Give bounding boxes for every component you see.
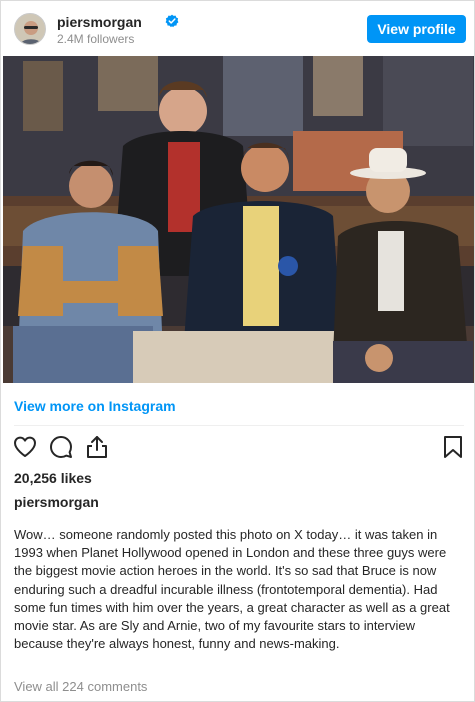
divider bbox=[14, 425, 464, 426]
avatar[interactable] bbox=[14, 13, 46, 45]
like-count[interactable]: 20,256 likes bbox=[14, 470, 92, 486]
username-link[interactable]: piersmorgan bbox=[57, 14, 142, 30]
action-bar bbox=[1, 431, 474, 463]
post-caption: Wow… someone randomly posted this photo … bbox=[14, 527, 450, 652]
heart-icon[interactable] bbox=[12, 434, 38, 460]
follower-count: 2.4M followers bbox=[57, 32, 135, 46]
share-icon[interactable] bbox=[84, 434, 110, 460]
verified-badge-icon bbox=[165, 14, 179, 28]
view-comments-link[interactable]: View all 224 comments bbox=[14, 679, 147, 694]
caption-username[interactable]: piersmorgan bbox=[14, 494, 99, 510]
comment-icon[interactable] bbox=[48, 434, 74, 460]
post-photo[interactable] bbox=[3, 56, 474, 383]
view-more-link[interactable]: View more on Instagram bbox=[14, 398, 176, 414]
view-profile-button[interactable]: View profile bbox=[367, 15, 466, 43]
instagram-embed-card: piersmorgan 2.4M followers View profile bbox=[0, 0, 475, 702]
post-header: piersmorgan 2.4M followers View profile bbox=[1, 1, 474, 56]
post-photo-image bbox=[3, 56, 474, 383]
bookmark-icon[interactable] bbox=[440, 434, 466, 460]
avatar-image bbox=[15, 14, 45, 44]
